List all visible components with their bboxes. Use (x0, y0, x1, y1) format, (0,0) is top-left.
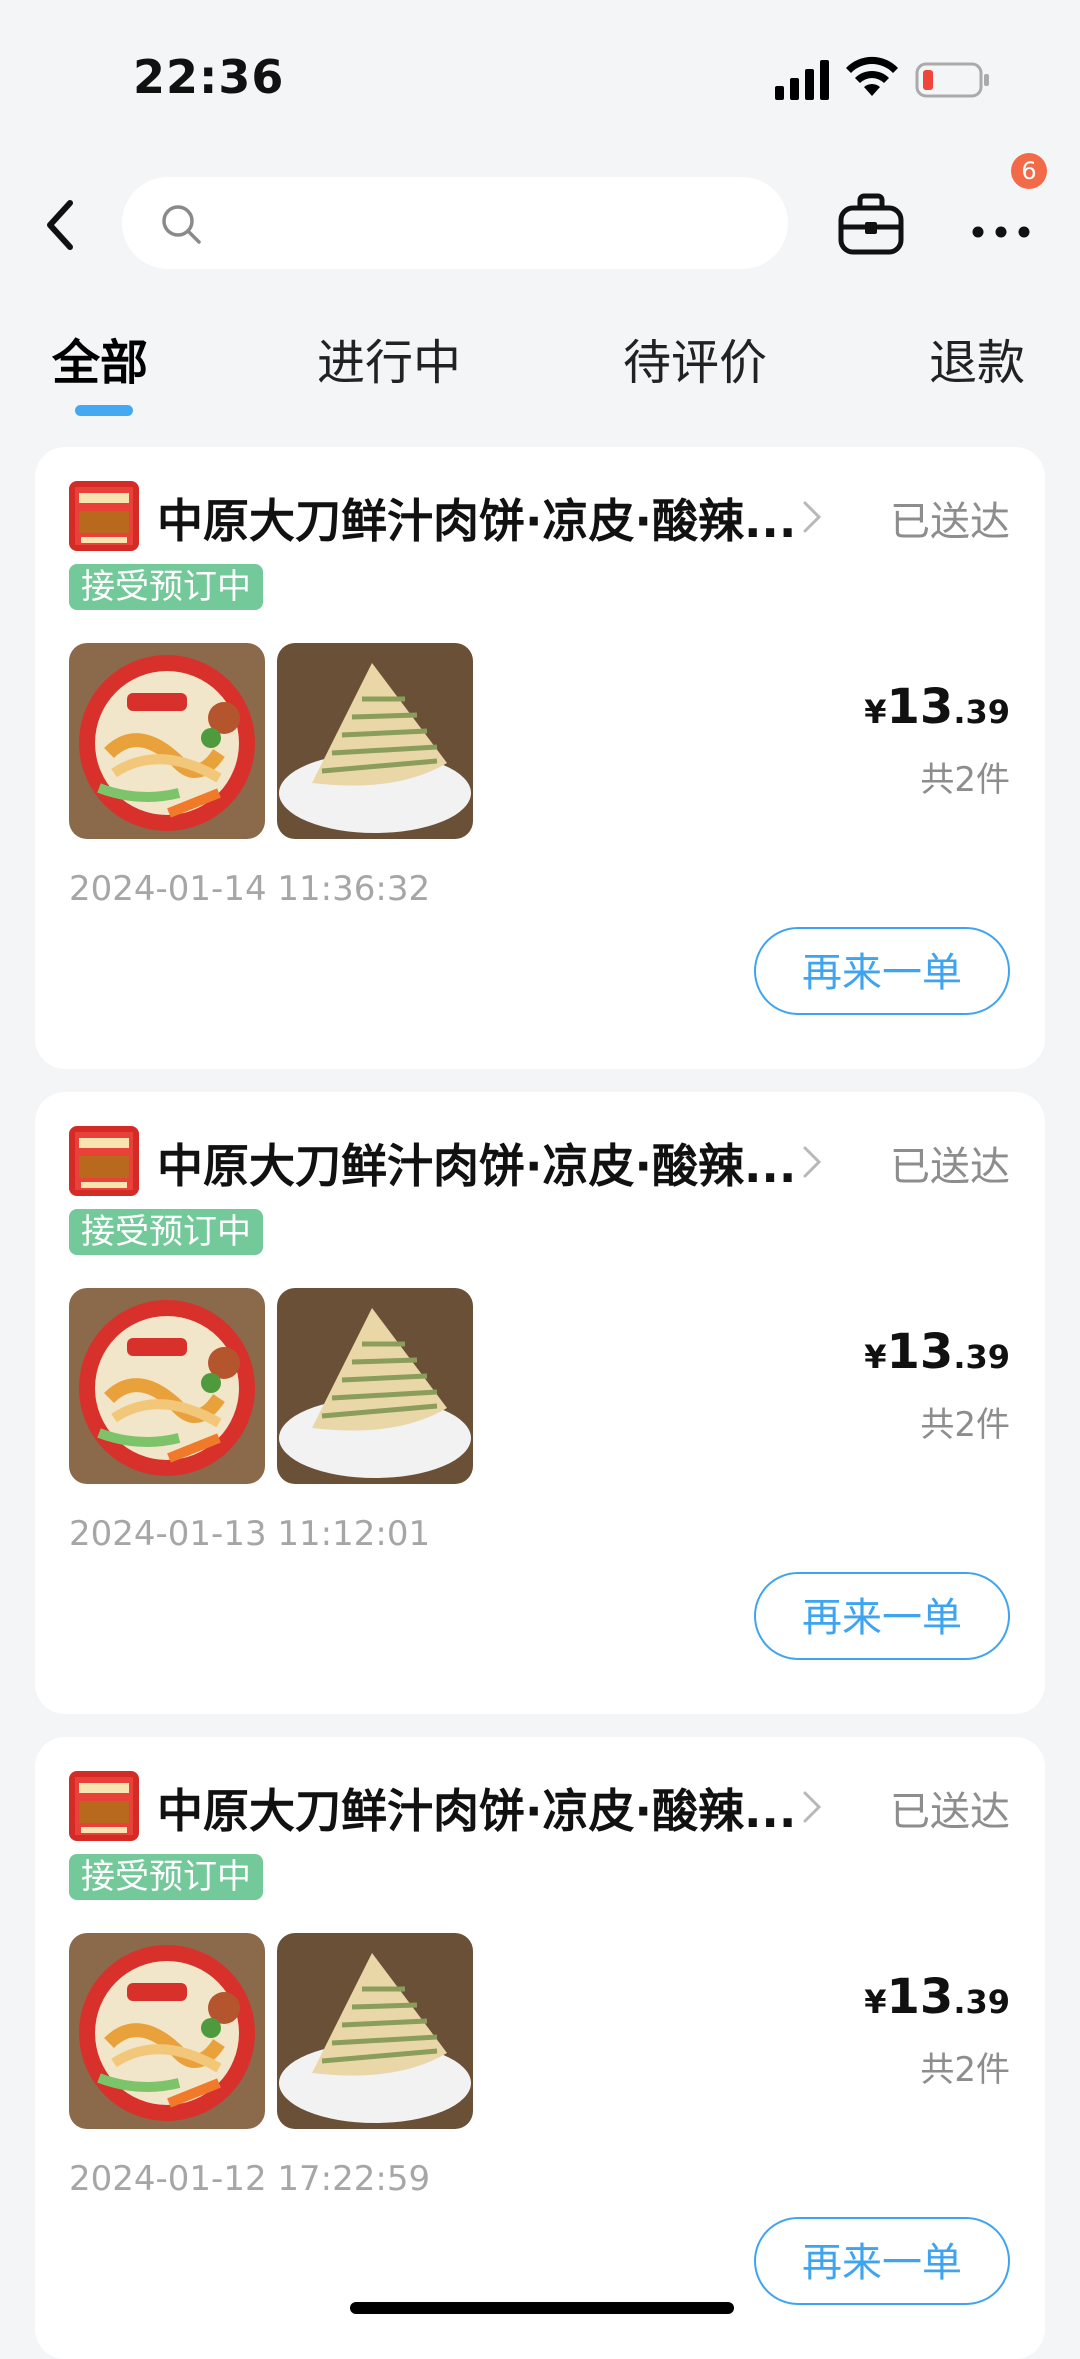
price-decimal: .39 (953, 693, 1010, 731)
tab-in-progress[interactable]: 进行中 (317, 323, 461, 393)
order-tabs: 全部 进行中 待评价 退款 (0, 305, 1080, 416)
currency-symbol: ¥ (864, 693, 887, 731)
product-image[interactable] (69, 643, 265, 839)
order-price: ¥13.39 (864, 679, 1010, 735)
toolbox-icon[interactable] (836, 192, 906, 256)
product-image[interactable] (277, 643, 473, 839)
shop-logo (69, 481, 139, 551)
reorder-button[interactable]: 再来一单 (754, 1572, 1010, 1660)
order-card[interactable]: 中原大刀鲜汁肉饼·凉皮·酸辣... 已送达 接受预订中 ¥13.39 共2件 2… (35, 1092, 1045, 1714)
tab-indicator (75, 405, 133, 416)
order-time: 2024-01-13 11:12:01 (69, 1514, 431, 1554)
preorder-tag: 接受预订中 (69, 1209, 263, 1255)
product-image[interactable] (277, 1933, 473, 2129)
search-input[interactable] (122, 177, 788, 269)
order-card[interactable]: 中原大刀鲜汁肉饼·凉皮·酸辣... 已送达 接受预订中 ¥13.39 共2件 2… (35, 447, 1045, 1069)
item-count: 共2件 (920, 2050, 1010, 2090)
order-price: ¥13.39 (864, 1969, 1010, 2025)
battery-icon (915, 62, 989, 98)
shop-name[interactable]: 中原大刀鲜汁肉饼·凉皮·酸辣... (157, 485, 797, 551)
order-time: 2024-01-12 17:22:59 (69, 2159, 431, 2199)
shop-logo (69, 1126, 139, 1196)
preorder-tag: 接受预订中 (69, 564, 263, 610)
order-status: 已送达 (890, 1789, 1010, 1835)
signal-icon (775, 60, 829, 100)
item-count: 共2件 (920, 1405, 1010, 1445)
tab-to-review[interactable]: 待评价 (623, 323, 767, 393)
tab-all[interactable]: 全部 (52, 323, 148, 393)
product-image[interactable] (69, 1933, 265, 2129)
order-card[interactable]: 中原大刀鲜汁肉饼·凉皮·酸辣... 已送达 接受预订中 ¥13.39 共2件 2… (35, 1737, 1045, 2359)
chevron-right-icon[interactable] (801, 1787, 823, 1827)
status-bar: 22:36 (0, 0, 1080, 150)
notification-badge: 6 (1011, 153, 1047, 189)
price-integer: 13 (886, 1969, 954, 2025)
back-arrow-icon[interactable] (40, 195, 80, 255)
price-decimal: .39 (953, 1338, 1010, 1376)
tab-refund[interactable]: 退款 (929, 323, 1025, 393)
order-price: ¥13.39 (864, 1324, 1010, 1380)
price-integer: 13 (886, 679, 954, 735)
reorder-button[interactable]: 再来一单 (754, 2217, 1010, 2305)
wifi-icon (846, 56, 898, 96)
shop-name[interactable]: 中原大刀鲜汁肉饼·凉皮·酸辣... (157, 1775, 797, 1841)
product-image[interactable] (277, 1288, 473, 1484)
top-bar (0, 170, 1080, 280)
more-icon[interactable] (966, 200, 1036, 250)
chevron-right-icon[interactable] (801, 1142, 823, 1182)
chevron-right-icon[interactable] (801, 497, 823, 537)
status-time: 22:36 (133, 50, 285, 104)
product-image[interactable] (69, 1288, 265, 1484)
order-status: 已送达 (890, 1144, 1010, 1190)
order-status: 已送达 (890, 499, 1010, 545)
shop-name[interactable]: 中原大刀鲜汁肉饼·凉皮·酸辣... (157, 1130, 797, 1196)
shop-logo (69, 1771, 139, 1841)
currency-symbol: ¥ (864, 1338, 887, 1376)
reorder-button[interactable]: 再来一单 (754, 927, 1010, 1015)
currency-symbol: ¥ (864, 1983, 887, 2021)
price-decimal: .39 (953, 1983, 1010, 2021)
home-indicator[interactable] (350, 2302, 734, 2314)
search-icon (162, 205, 201, 244)
order-time: 2024-01-14 11:36:32 (69, 869, 431, 909)
price-integer: 13 (886, 1324, 954, 1380)
preorder-tag: 接受预订中 (69, 1854, 263, 1900)
item-count: 共2件 (920, 760, 1010, 800)
